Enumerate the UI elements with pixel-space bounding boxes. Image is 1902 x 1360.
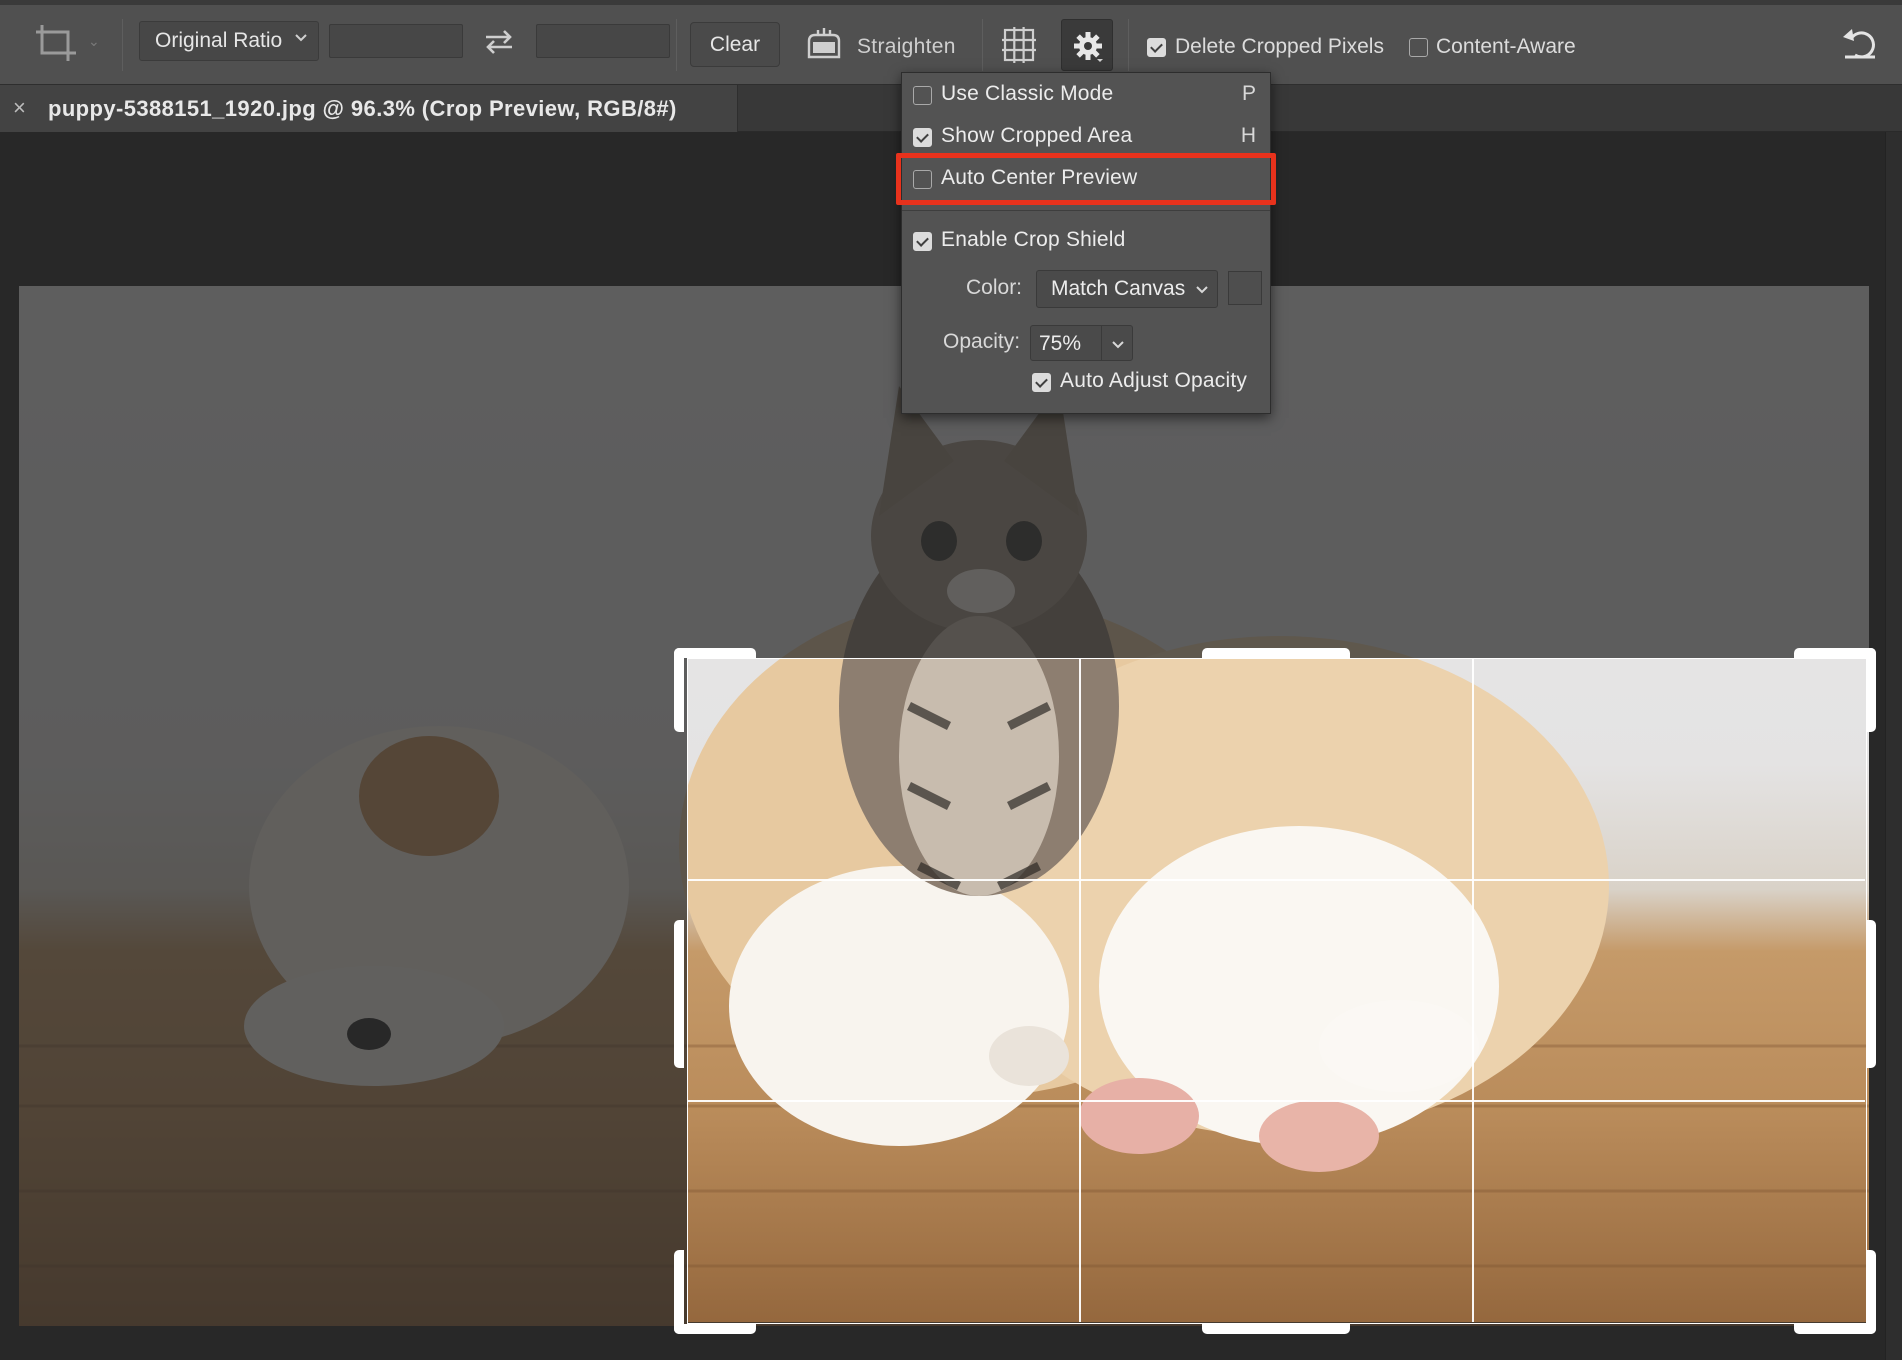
show-cropped-area-checkbox[interactable] bbox=[913, 128, 932, 147]
grid-overlay-icon[interactable] bbox=[1002, 27, 1036, 63]
shortcut-key: P bbox=[1241, 82, 1256, 105]
aspect-ratio-value: Original Ratio bbox=[155, 29, 283, 52]
document-title: puppy-5388151_1920.jpg @ 96.3% (Crop Pre… bbox=[48, 96, 677, 121]
crop-handle-bottom-right[interactable] bbox=[1866, 1250, 1876, 1334]
separator bbox=[1128, 19, 1129, 71]
level-icon[interactable] bbox=[805, 27, 843, 61]
shield-color-swatch[interactable] bbox=[1228, 271, 1262, 305]
crop-box[interactable] bbox=[687, 658, 1867, 1324]
shield-color-value: Match Canvas bbox=[1051, 277, 1186, 300]
shield-opacity-input[interactable]: 75% bbox=[1030, 325, 1102, 361]
clear-button[interactable]: Clear bbox=[690, 22, 780, 67]
crop-handle-top-left[interactable] bbox=[674, 648, 684, 732]
menu-item-use-classic-mode[interactable]: Use Classic Mode P bbox=[902, 76, 1270, 114]
content-aware-label[interactable]: Content-Aware bbox=[1436, 35, 1576, 59]
shield-opacity-dropdown[interactable] bbox=[1101, 325, 1133, 361]
highlight-annotation bbox=[896, 153, 1276, 205]
tool-preset-chevron-icon[interactable]: ⌄ bbox=[88, 33, 100, 50]
separator bbox=[982, 19, 983, 71]
crop-handle-top-right[interactable] bbox=[1794, 648, 1876, 658]
delete-cropped-pixels-label[interactable]: Delete Cropped Pixels bbox=[1175, 35, 1384, 59]
use-classic-mode-checkbox[interactable] bbox=[913, 86, 932, 105]
auto-adjust-opacity-checkbox[interactable] bbox=[1032, 373, 1051, 392]
crop-shield-left bbox=[19, 658, 687, 1326]
chevron-down-icon bbox=[1112, 341, 1124, 349]
shortcut-key: H bbox=[1240, 124, 1256, 147]
crop-handle-top-right[interactable] bbox=[1866, 648, 1876, 732]
swap-arrows-icon[interactable] bbox=[482, 27, 516, 57]
crop-grid-line bbox=[1472, 659, 1474, 1322]
shield-opacity-value: 75% bbox=[1039, 332, 1082, 355]
menu-item-label: Show Cropped Area bbox=[941, 124, 1133, 147]
document-tab[interactable]: × puppy-5388151_1920.jpg @ 96.3% (Crop P… bbox=[0, 85, 738, 132]
gear-icon bbox=[1074, 32, 1103, 62]
crop-handle-right[interactable] bbox=[1866, 920, 1876, 1068]
reset-icon[interactable] bbox=[1841, 27, 1881, 61]
crop-grid-line bbox=[688, 879, 1865, 881]
menu-item-label: Auto Adjust Opacity bbox=[1060, 369, 1248, 392]
crop-tool-icon[interactable] bbox=[34, 21, 84, 65]
content-aware-checkbox[interactable] bbox=[1409, 38, 1428, 57]
crop-settings-menu: Use Classic Mode P Show Cropped Area H A… bbox=[901, 72, 1271, 414]
menu-item-enable-crop-shield[interactable]: Enable Crop Shield bbox=[902, 222, 1270, 260]
crop-height-field[interactable] bbox=[536, 24, 670, 58]
crop-handle-bottom-left[interactable] bbox=[674, 1250, 684, 1334]
crop-handle-bottom-left[interactable] bbox=[674, 1324, 756, 1334]
vertical-scrollbar[interactable] bbox=[1885, 132, 1902, 1360]
close-icon[interactable]: × bbox=[13, 95, 26, 121]
crop-width-field[interactable] bbox=[329, 24, 463, 58]
menu-item-auto-adjust-opacity[interactable]: Auto Adjust Opacity bbox=[902, 363, 1270, 401]
separator bbox=[676, 19, 677, 71]
crop-handle-bottom[interactable] bbox=[1202, 1324, 1350, 1334]
crop-grid-line bbox=[1079, 659, 1081, 1322]
menu-divider bbox=[902, 210, 1270, 211]
chevron-down-icon bbox=[295, 34, 307, 42]
crop-handle-bottom-right[interactable] bbox=[1794, 1324, 1876, 1334]
crop-grid-line bbox=[688, 1100, 1865, 1102]
enable-crop-shield-checkbox[interactable] bbox=[913, 232, 932, 251]
crop-handle-top[interactable] bbox=[1202, 648, 1350, 658]
straighten-label[interactable]: Straighten bbox=[857, 35, 956, 59]
shield-opacity-label: Opacity: bbox=[943, 330, 1021, 353]
chevron-down-icon bbox=[1196, 286, 1208, 294]
crop-settings-button[interactable] bbox=[1061, 19, 1113, 71]
crop-handle-top-left[interactable] bbox=[674, 648, 756, 658]
delete-cropped-pixels-checkbox[interactable] bbox=[1147, 38, 1166, 57]
menu-item-show-cropped-area[interactable]: Show Cropped Area H bbox=[902, 118, 1270, 156]
aspect-ratio-select[interactable]: Original Ratio bbox=[139, 21, 319, 61]
shield-color-label: Color: bbox=[966, 276, 1023, 299]
shield-color-select[interactable]: Match Canvas bbox=[1036, 270, 1218, 308]
menu-item-label: Enable Crop Shield bbox=[941, 228, 1126, 251]
crop-handle-left[interactable] bbox=[674, 920, 684, 1068]
separator bbox=[122, 19, 123, 71]
menu-item-label: Use Classic Mode bbox=[941, 82, 1114, 105]
